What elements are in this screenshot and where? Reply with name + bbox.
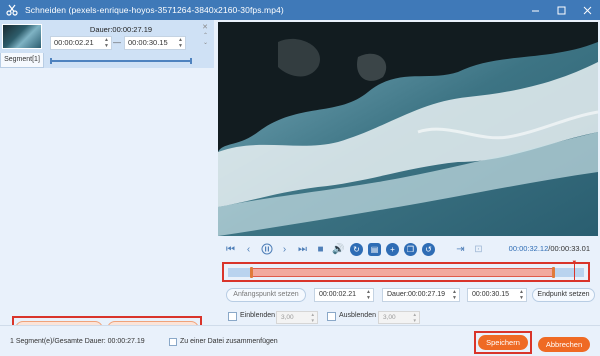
end-time-field[interactable]: 00:00:30.15 ▲ ▼ bbox=[467, 288, 527, 302]
stop-icon[interactable]: ■ bbox=[314, 243, 327, 256]
fade-out-value: 3,00 bbox=[383, 314, 396, 321]
add-marker-icon[interactable]: + bbox=[386, 242, 399, 256]
skip-end-icon[interactable]: ⏭ bbox=[296, 243, 309, 256]
duration-field[interactable]: Dauer:00:00:27.19 ▲ ▼ bbox=[382, 288, 460, 302]
next-frame-icon[interactable]: › bbox=[278, 243, 291, 256]
segment-panel: Segment[1] Dauer:00:00:27.19 ✕ ⌃ ⌄ 00:00:… bbox=[0, 20, 214, 341]
set-end-button[interactable]: Endpunkt setzen bbox=[532, 288, 595, 302]
video-preview[interactable] bbox=[218, 22, 598, 236]
spinner-icon[interactable]: ▲ ▼ bbox=[452, 289, 457, 301]
playhead-marker-icon[interactable]: ▼ bbox=[571, 260, 577, 266]
segment-end-value: 00:00:30.15 bbox=[128, 38, 168, 47]
minimize-icon bbox=[531, 10, 539, 11]
pause-icon[interactable] bbox=[260, 243, 273, 256]
segment-summary: 1 Segment(e)/Gesamte Dauer: 00:00:27.19 bbox=[10, 338, 145, 345]
merge-label: Zu einer Datei zusammenfügen bbox=[180, 338, 278, 345]
fade-out-checkbox[interactable] bbox=[327, 312, 336, 321]
start-time-value: 00:00:02.21 bbox=[319, 291, 356, 298]
fade-in-checkbox[interactable] bbox=[228, 312, 237, 321]
timeline-highlight: ▼ bbox=[222, 260, 590, 282]
fade-in-label: Einblenden bbox=[240, 312, 276, 319]
copy-segment-icon[interactable]: ❐ bbox=[404, 242, 417, 256]
fade-in-field[interactable]: 3,00 ▲ ▼ bbox=[276, 311, 318, 324]
previous-frame-icon[interactable]: ‹ bbox=[242, 243, 255, 256]
timeline-selection[interactable] bbox=[251, 268, 554, 277]
spinner-icon[interactable]: ▲ ▼ bbox=[413, 312, 417, 323]
playback-controls: ⏮ ‹ › ⏭ ■ 🔊 ↻ ▤ + ❐ ↺ ⇥ ⊡ 00:00:32.12/00… bbox=[224, 240, 594, 258]
segment-range-bar[interactable] bbox=[50, 58, 192, 64]
end-time-value: 00:00:30.15 bbox=[472, 291, 509, 298]
fade-in-value: 3,00 bbox=[281, 314, 294, 321]
spinner-icon[interactable]: ▲ ▼ bbox=[311, 312, 315, 323]
segment-dash: — bbox=[113, 38, 121, 47]
close-icon bbox=[583, 6, 591, 14]
set-start-button[interactable]: Anfangspunkt setzen bbox=[226, 288, 306, 302]
editor-panel: ⏮ ‹ › ⏭ ■ 🔊 ↻ ▤ + ❐ ↺ ⇥ ⊡ 00:00:32.12/00… bbox=[214, 20, 600, 325]
reset-icon[interactable]: ↺ bbox=[422, 242, 435, 256]
close-button[interactable] bbox=[574, 0, 600, 20]
spinner-icon[interactable]: ▲ ▼ bbox=[519, 289, 524, 301]
skip-start-icon[interactable]: ⏮ bbox=[224, 243, 237, 256]
spinner-icon[interactable]: ▲ ▼ bbox=[104, 37, 109, 49]
segment-start-field[interactable]: 00:00:02.21 ▲ ▼ bbox=[50, 36, 112, 50]
segment-close-icon[interactable]: ✕ bbox=[202, 23, 208, 31]
spinner-icon[interactable]: ▲ ▼ bbox=[366, 289, 371, 301]
segment-start-knob[interactable] bbox=[50, 58, 52, 64]
trim-row: Anfangspunkt setzen 00:00:02.21 ▲ ▼ Dauer… bbox=[226, 288, 598, 302]
cancel-button[interactable]: Abbrechen bbox=[538, 337, 590, 352]
timecode: 00:00:32.12/00:00:33.01 bbox=[509, 244, 590, 253]
segment-duration: Dauer:00:00:27.19 bbox=[89, 25, 153, 34]
merge-checkbox[interactable] bbox=[169, 338, 177, 346]
maximize-button[interactable] bbox=[548, 0, 574, 20]
timeline-start-handle[interactable] bbox=[250, 267, 254, 278]
segment-reorder-icon[interactable]: ⌃ ⌄ bbox=[203, 33, 208, 47]
minimize-button[interactable] bbox=[522, 0, 548, 20]
segment-end-knob[interactable] bbox=[190, 58, 192, 64]
fade-row: Einblenden 3,00 ▲ ▼ Ausblenden 3,00 ▲ ▼ bbox=[226, 311, 598, 325]
segment-item[interactable]: Segment[1] Dauer:00:00:27.19 ✕ ⌃ ⌄ 00:00:… bbox=[0, 20, 214, 68]
spinner-icon[interactable]: ▲ ▼ bbox=[178, 37, 183, 49]
volume-icon[interactable]: 🔊 bbox=[332, 243, 345, 256]
snapshot-icon[interactable]: ⊡ bbox=[472, 243, 485, 256]
current-time: 00:00:32.12 bbox=[508, 244, 549, 253]
jump-end-icon[interactable]: ⇥ bbox=[454, 243, 467, 256]
footer-bar: 1 Segment(e)/Gesamte Dauer: 00:00:27.19 … bbox=[0, 325, 600, 356]
window-title: Schneiden (pexels-enrique-hoyos-3571264-… bbox=[25, 5, 284, 15]
start-time-field[interactable]: 00:00:02.21 ▲ ▼ bbox=[314, 288, 374, 302]
timeline-end-handle[interactable] bbox=[551, 267, 555, 278]
split-icon[interactable]: ▤ bbox=[368, 242, 381, 256]
duration-value: Dauer:00:00:27.19 bbox=[387, 291, 445, 298]
loop-segment-icon[interactable]: ↻ bbox=[350, 242, 363, 256]
segment-tab[interactable]: Segment[1] bbox=[0, 53, 44, 68]
segment-start-value: 00:00:02.21 bbox=[54, 38, 94, 47]
save-button[interactable]: Speichern bbox=[478, 335, 528, 350]
video-frame bbox=[218, 22, 598, 236]
segment-thumbnail bbox=[2, 24, 42, 49]
title-bar: Schneiden (pexels-enrique-hoyos-3571264-… bbox=[0, 0, 600, 20]
save-highlight: Speichern bbox=[474, 331, 532, 354]
fade-out-label: Ausblenden bbox=[339, 312, 376, 319]
maximize-icon bbox=[557, 6, 565, 14]
scissors-icon bbox=[5, 3, 19, 17]
segment-end-field[interactable]: 00:00:30.15 ▲ ▼ bbox=[124, 36, 186, 50]
fade-out-field[interactable]: 3,00 ▲ ▼ bbox=[378, 311, 420, 324]
total-time: /00:00:33.01 bbox=[548, 244, 590, 253]
